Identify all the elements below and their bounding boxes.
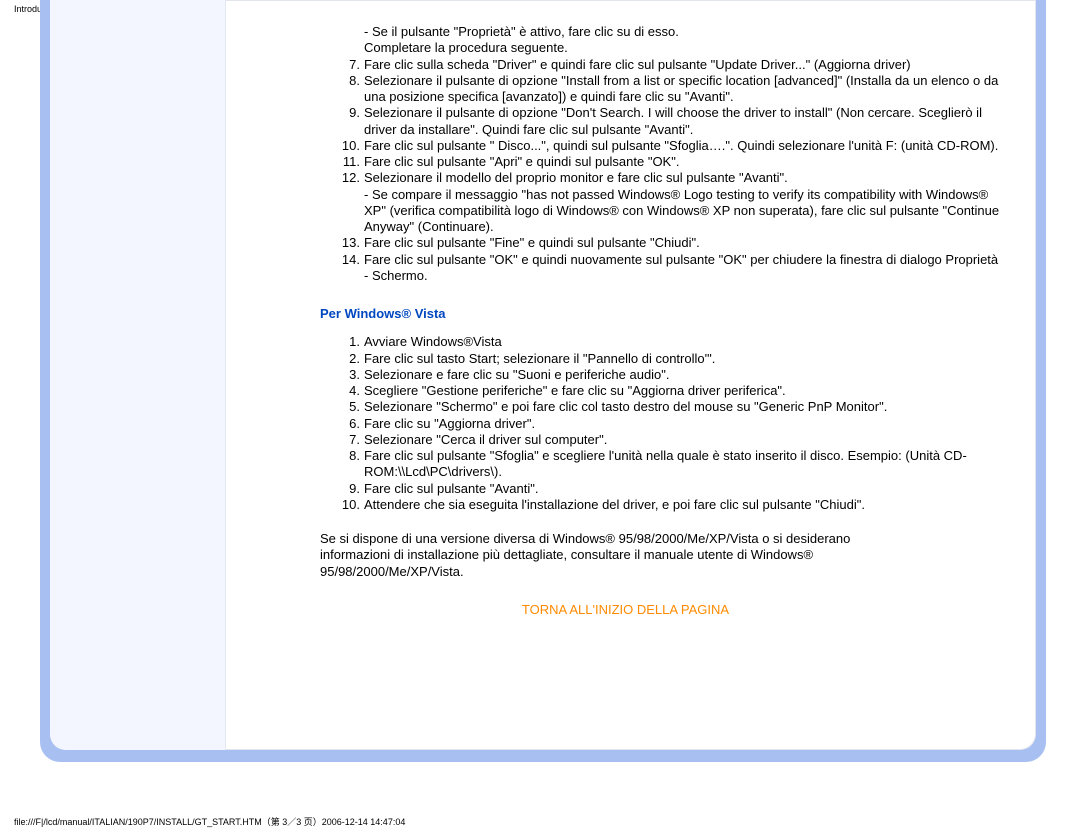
xp-pre-line-1: - Se il pulsante "Proprietà" è attivo, f… — [364, 24, 1006, 40]
back-to-top-link[interactable]: TORNA ALL'INIZIO DELLA PAGINA — [245, 602, 1006, 618]
list-item: 12.Selezionare il modello del proprio mo… — [340, 170, 1006, 235]
list-item: 4.Scegliere "Gestione periferiche" e far… — [340, 383, 1006, 399]
list-item: 8.Selezionare il pulsante di opzione "In… — [340, 73, 1006, 106]
list-item: 14.Fare clic sul pulsante "OK" e quindi … — [340, 252, 1006, 285]
list-item: 5.Selezionare "Schermo" e poi fare clic … — [340, 399, 1006, 415]
sidebar — [50, 0, 226, 750]
list-item: 10.Fare clic sul pulsante " Disco...", q… — [340, 138, 1006, 154]
xp-pre-line-2: Completare la procedura seguente. — [340, 40, 1006, 56]
content-area: - Se il pulsante "Proprietà" è attivo, f… — [225, 0, 1036, 750]
list-item: 11.Fare clic sul pulsante "Apri" e quind… — [340, 154, 1006, 170]
list-item: 1.Avviare Windows®Vista — [340, 334, 1006, 350]
list-item: 2.Fare clic sul tasto Start; selezionare… — [340, 351, 1006, 367]
note-paragraph: Se si dispone di una versione diversa di… — [320, 531, 880, 580]
outer-frame: - Se il pulsante "Proprietà" è attivo, f… — [40, 0, 1046, 762]
list-item: 6.Fare clic su "Aggiorna driver". — [340, 416, 1006, 432]
list-item: 3.Selezionare e fare clic su "Suoni e pe… — [340, 367, 1006, 383]
list-item: 13.Fare clic sul pulsante "Fine" e quind… — [340, 235, 1006, 251]
list-item: 7.Fare clic sulla scheda "Driver" e quin… — [340, 57, 1006, 73]
footer-path: file:///F|/lcd/manual/ITALIAN/190P7/INST… — [14, 815, 405, 828]
list-item: 7.Selezionare "Cerca il driver sul compu… — [340, 432, 1006, 448]
list-item: 9.Fare clic sul pulsante "Avanti". — [340, 481, 1006, 497]
vista-heading: Per Windows® Vista — [320, 306, 1006, 322]
list-item: 10.Attendere che sia eseguita l'installa… — [340, 497, 1006, 513]
inner-panel: - Se il pulsante "Proprietà" è attivo, f… — [50, 0, 1036, 750]
list-item: 9.Selezionare il pulsante di opzione "Do… — [340, 105, 1006, 138]
list-item: 8.Fare clic sul pulsante "Sfoglia" e sce… — [340, 448, 1006, 481]
